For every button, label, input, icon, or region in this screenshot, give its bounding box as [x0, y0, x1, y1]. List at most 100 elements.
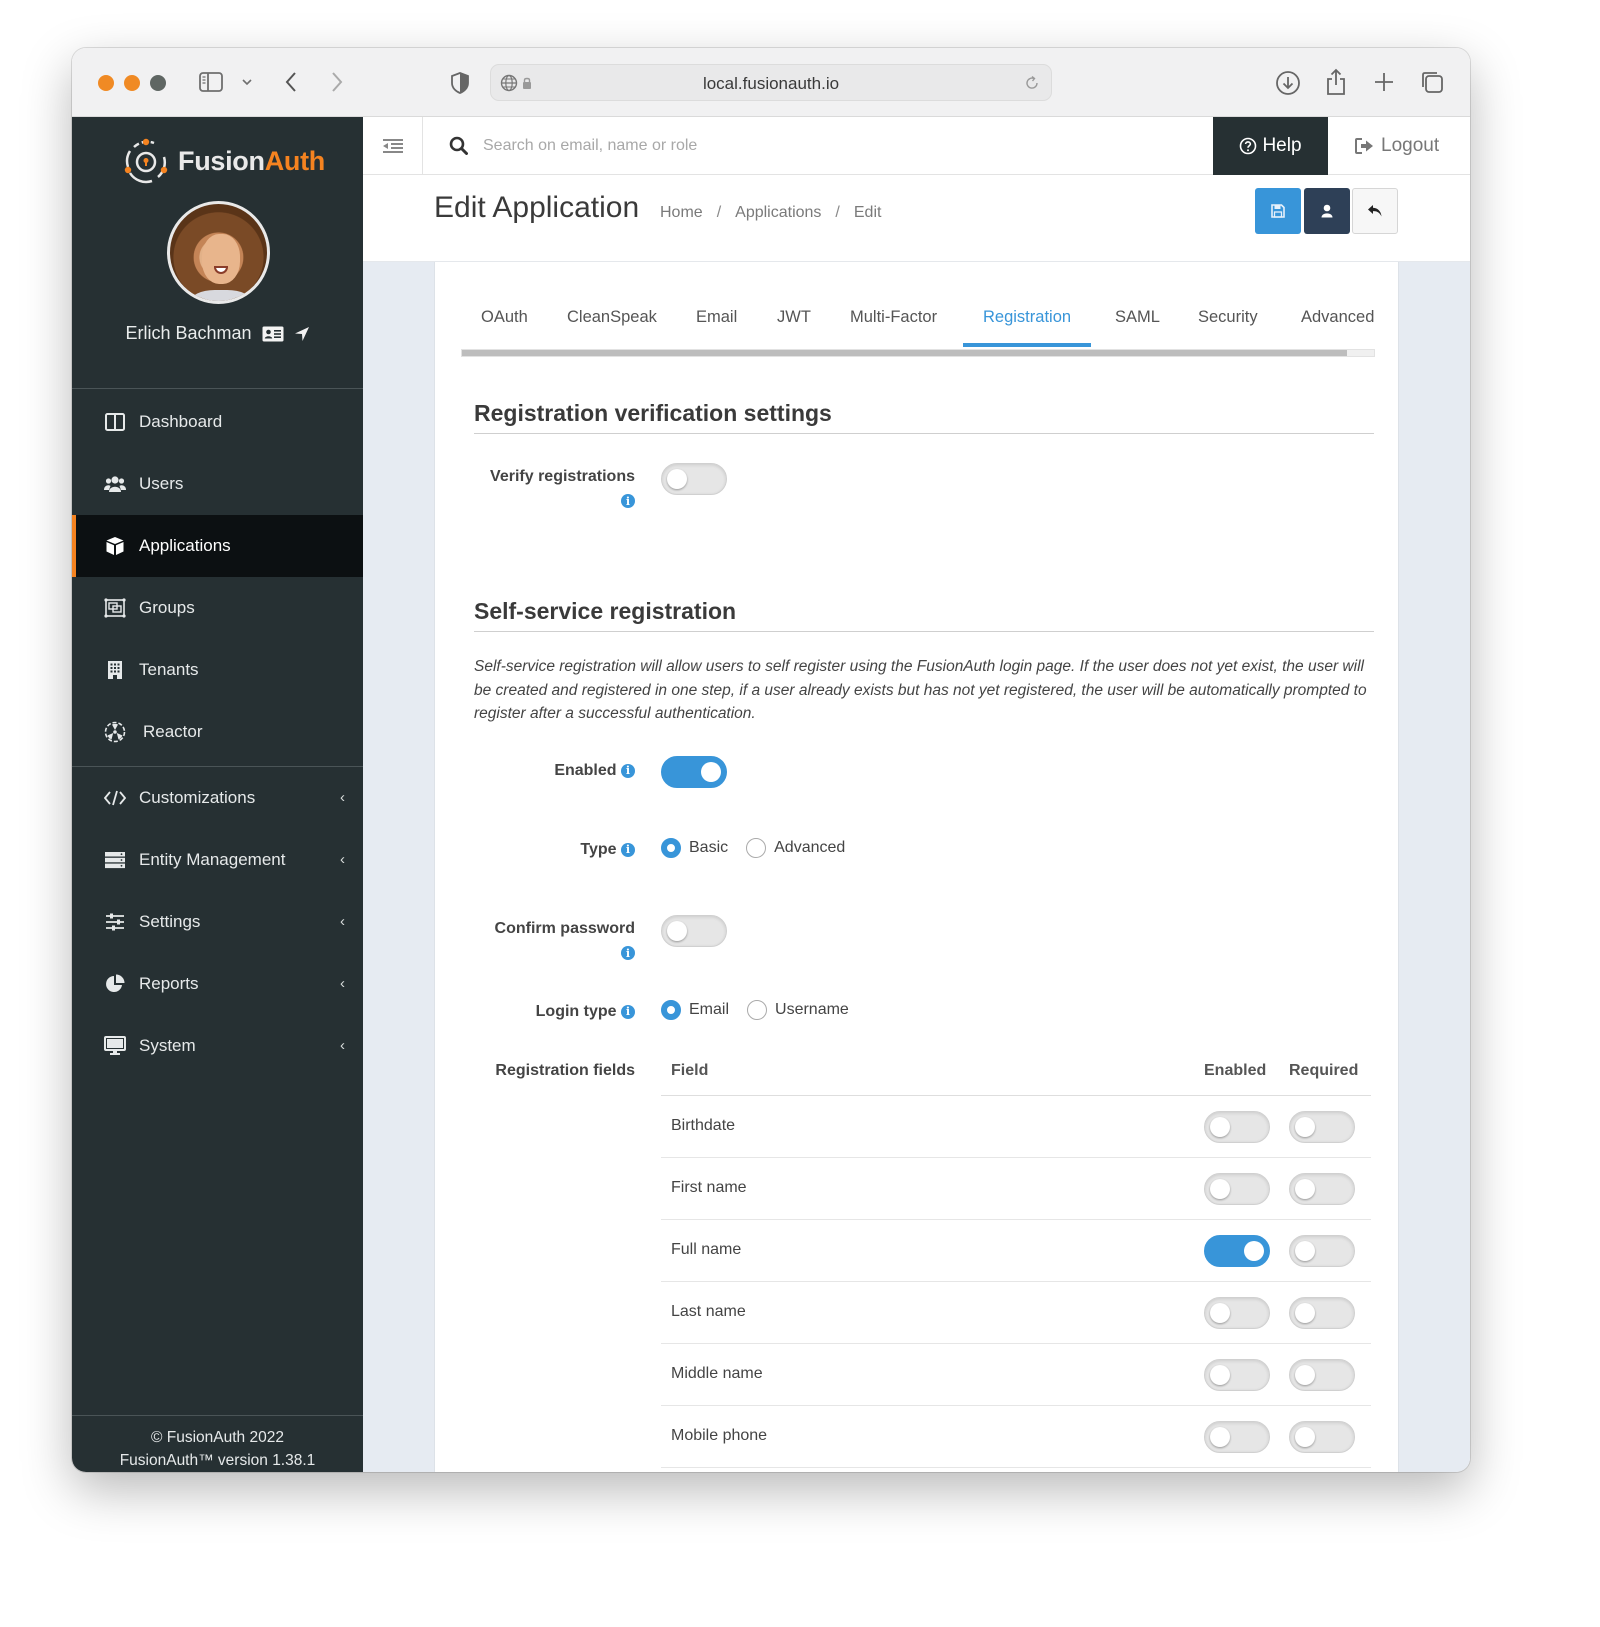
field-enabled-toggle[interactable]	[1204, 1235, 1270, 1267]
sidebar-item-groups[interactable]: Groups	[72, 577, 363, 639]
radio-label: Email	[689, 1001, 730, 1018]
reload-icon[interactable]	[1023, 74, 1041, 92]
confirm-password-toggle[interactable]	[661, 915, 727, 947]
info-icon[interactable]: i	[621, 946, 635, 960]
table-row: Last name	[661, 1282, 1371, 1344]
tab-overview-icon[interactable]	[1418, 68, 1446, 96]
tab-saml[interactable]: SAML	[1115, 304, 1160, 346]
back-icon[interactable]	[282, 70, 300, 94]
sidebar-item-label: Groups	[139, 598, 195, 617]
tab-security[interactable]: Security	[1198, 304, 1258, 346]
sidebar-item-system[interactable]: System ‹	[72, 1015, 363, 1077]
sidebar-toggle-icon[interactable]	[198, 70, 224, 94]
user-name: Erlich Bachman	[125, 323, 252, 343]
field-enabled-toggle[interactable]	[1204, 1297, 1270, 1329]
sidebar-item-label: Entity Management	[139, 850, 286, 869]
minimize-window-button[interactable]	[124, 75, 140, 91]
address-bar[interactable]: local.fusionauth.io	[490, 64, 1052, 101]
type-advanced-radio[interactable]: Advanced	[746, 838, 845, 858]
tab-cleanspeak[interactable]: CleanSpeak	[567, 304, 657, 346]
shield-icon[interactable]	[450, 70, 470, 96]
field-required-toggle[interactable]	[1289, 1421, 1355, 1453]
fusionauth-logo[interactable]: FusionAuth	[122, 137, 325, 185]
groups-icon	[104, 597, 126, 619]
login-type-label: Login type i	[536, 1003, 635, 1021]
forward-icon[interactable]	[328, 70, 346, 94]
sidebar-item-dashboard[interactable]: Dashboard	[72, 391, 363, 453]
field-enabled-toggle[interactable]	[1204, 1359, 1270, 1391]
sidebar-item-settings[interactable]: Settings ‹	[72, 891, 363, 953]
avatar[interactable]	[167, 201, 270, 304]
login-type-username-radio[interactable]: Username	[747, 1000, 849, 1020]
sidebar-item-reports[interactable]: Reports ‹	[72, 953, 363, 1015]
tab-email[interactable]: Email	[696, 304, 737, 346]
enabled-label: Enabled i	[554, 762, 635, 780]
tab-multi-factor[interactable]: Multi-Factor	[850, 304, 937, 346]
sidebar-item-tenants[interactable]: Tenants	[72, 639, 363, 701]
return-button[interactable]	[1352, 188, 1398, 234]
id-card-icon[interactable]	[262, 326, 284, 342]
verify-registrations-toggle[interactable]	[661, 463, 727, 495]
tab-registration[interactable]: Registration	[962, 304, 1092, 347]
login-type-email-radio[interactable]: Email	[661, 1000, 729, 1020]
logo-text-auth: Auth	[264, 145, 326, 176]
field-required-toggle[interactable]	[1289, 1359, 1355, 1391]
reactor-icon	[104, 721, 126, 743]
tab-advanced[interactable]: Advanced	[1301, 304, 1374, 346]
menu-toggle-button[interactable]	[363, 117, 423, 175]
sidebar-item-applications[interactable]: Applications	[72, 515, 363, 577]
field-enabled-toggle[interactable]	[1204, 1421, 1270, 1453]
field-required-toggle[interactable]	[1289, 1173, 1355, 1205]
tab-scrollbar[interactable]	[461, 349, 1375, 357]
download-icon[interactable]	[1274, 69, 1302, 97]
location-arrow-icon[interactable]	[294, 326, 310, 342]
radio-indicator	[747, 1000, 768, 1020]
field-name: Birthdate	[671, 1117, 736, 1134]
info-icon[interactable]: i	[621, 1004, 635, 1019]
code-icon	[104, 787, 126, 809]
sidebar-divider	[72, 388, 363, 389]
breadcrumb-applications[interactable]: Applications	[735, 204, 821, 222]
sidebar-item-label: Reports	[139, 974, 199, 993]
breadcrumb-home[interactable]: Home	[660, 204, 703, 222]
view-users-button[interactable]	[1304, 188, 1350, 234]
sidebar-item-users[interactable]: Users	[72, 453, 363, 515]
chevron-left-icon: ‹	[340, 1037, 345, 1054]
monitor-icon	[104, 1035, 126, 1057]
type-basic-radio[interactable]: Basic	[661, 838, 728, 858]
search-icon	[449, 136, 468, 160]
tab-jwt[interactable]: JWT	[777, 304, 811, 346]
new-tab-icon[interactable]	[1372, 70, 1396, 94]
info-icon[interactable]: i	[621, 763, 635, 778]
radio-label: Username	[775, 1001, 849, 1018]
chevron-left-icon: ‹	[340, 913, 345, 930]
url-text: local.fusionauth.io	[702, 74, 840, 93]
radio-label: Advanced	[774, 839, 846, 856]
share-icon[interactable]	[1324, 67, 1348, 97]
close-window-button[interactable]	[98, 75, 114, 91]
field-enabled-toggle[interactable]	[1204, 1173, 1270, 1205]
logout-button[interactable]: Logout	[1355, 117, 1439, 175]
zoom-window-button[interactable]	[150, 75, 166, 91]
field-required-toggle[interactable]	[1289, 1235, 1355, 1267]
info-icon[interactable]: i	[621, 842, 635, 857]
chevron-down-icon[interactable]	[240, 76, 254, 88]
sidebar-item-customizations[interactable]: Customizations ‹	[72, 767, 363, 829]
logout-label: Logout	[1381, 135, 1440, 156]
info-icon[interactable]: i	[621, 494, 635, 508]
save-button[interactable]	[1255, 188, 1301, 234]
tab-scrollbar-thumb[interactable]	[462, 350, 1347, 356]
field-enabled-toggle[interactable]	[1204, 1111, 1270, 1143]
self-service-enabled-toggle[interactable]	[661, 756, 727, 788]
search-input[interactable]	[483, 131, 1183, 161]
field-required-toggle[interactable]	[1289, 1297, 1355, 1329]
field-required-toggle[interactable]	[1289, 1111, 1355, 1143]
sidebar-item-reactor[interactable]: Reactor	[72, 701, 363, 763]
field-name: Full name	[671, 1241, 742, 1258]
help-button[interactable]: Help	[1213, 117, 1328, 175]
radio-indicator	[661, 838, 681, 858]
sidebar-item-entity-management[interactable]: Entity Management ‹	[72, 829, 363, 891]
tab-oauth[interactable]: OAuth	[481, 304, 528, 346]
top-bar: Help Logout	[363, 117, 1470, 175]
sidebar-item-label: Settings	[139, 912, 201, 931]
